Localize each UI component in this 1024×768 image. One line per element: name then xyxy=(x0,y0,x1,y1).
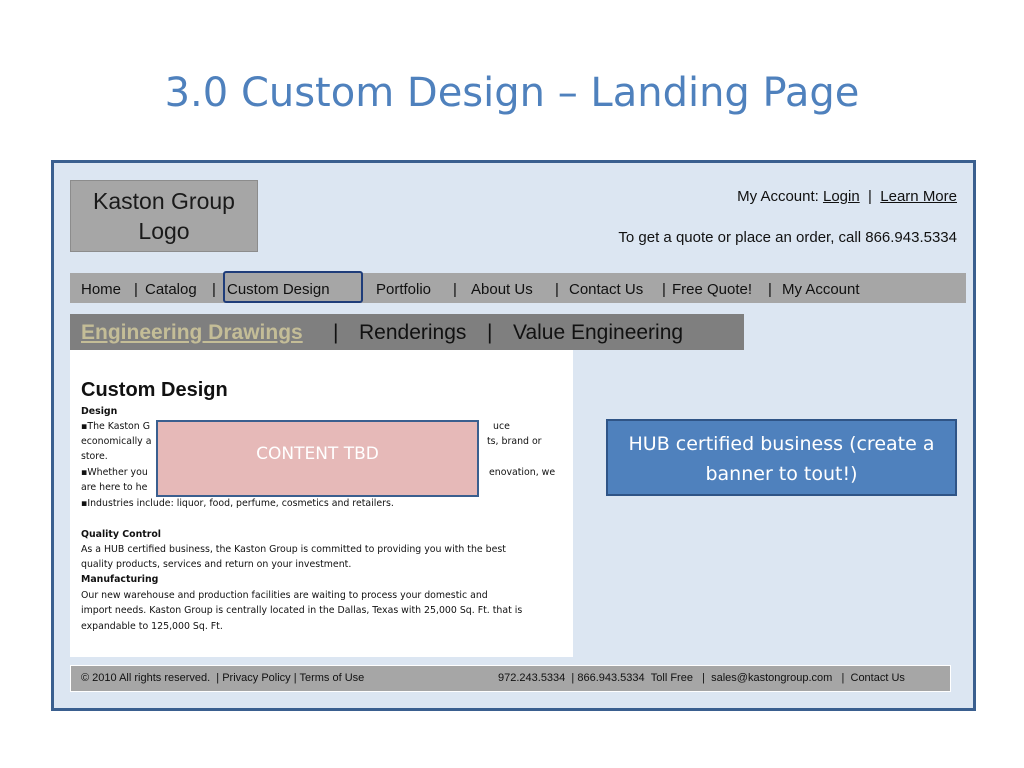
bullet1-line2-end: ts, brand or xyxy=(487,436,542,447)
hub-certified-banner[interactable]: HUB certified business (create a banner … xyxy=(606,419,957,496)
company-logo[interactable]: Kaston Group Logo xyxy=(70,180,258,252)
learn-more-link[interactable]: Learn More xyxy=(880,188,957,205)
footer-separator: | xyxy=(571,672,575,684)
footer-separator: | xyxy=(216,672,220,684)
content-heading: Custom Design xyxy=(81,379,228,401)
bullet1-line2-start: economically a xyxy=(81,436,152,447)
logo-text: Kaston Group Logo xyxy=(93,186,235,246)
nav-custom-design[interactable]: Custom Design xyxy=(227,281,330,298)
quality-line-2: quality products, services and return on… xyxy=(81,559,352,570)
nav-about-us[interactable]: About Us xyxy=(471,281,533,298)
footer-email-link[interactable]: sales@kastongroup.com xyxy=(711,672,832,684)
nav-separator: | xyxy=(768,281,772,298)
nav-my-account[interactable]: My Account xyxy=(782,281,860,298)
footer-bar: © 2010 All rights reserved. | Privacy Po… xyxy=(70,665,951,692)
account-bar: My Account: Login | Learn More xyxy=(737,188,957,205)
footer-phone-2: 866.943.5334 xyxy=(577,672,645,684)
bullet1-end: uce xyxy=(493,421,510,432)
manufacturing-line-2: import needs. Kaston Group is centrally … xyxy=(81,605,523,616)
footer-right: 972.243.5334 | 866.943.5334 Toll Free | … xyxy=(498,672,905,684)
footer-toll-free: Toll Free xyxy=(650,672,693,684)
nav-catalog[interactable]: Catalog xyxy=(145,281,197,298)
bullet1-start: ▪The Kaston G xyxy=(81,421,150,432)
nav-contact-us[interactable]: Contact Us xyxy=(569,281,643,298)
quote-phone-text: To get a quote or place an order, call 8… xyxy=(618,229,957,246)
subnav-value-engineering[interactable]: Value Engineering xyxy=(513,321,683,345)
footer-contact-link[interactable]: Contact Us xyxy=(851,672,905,684)
account-separator: | xyxy=(868,188,872,205)
content-tbd-placeholder: CONTENT TBD xyxy=(156,420,479,497)
footer-copyright: © 2010 All rights reserved. xyxy=(81,672,211,684)
footer-separator: | xyxy=(702,672,705,684)
slide-title: 3.0 Custom Design – Landing Page xyxy=(164,70,860,116)
main-nav-bar: Home | Catalog | Custom Design Portfolio… xyxy=(70,271,966,303)
nav-separator: | xyxy=(134,281,138,298)
bullet2-start: ▪Whether you xyxy=(81,467,148,478)
login-link[interactable]: Login xyxy=(823,188,860,205)
logo-line-1: Kaston Group xyxy=(93,188,235,214)
nav-portfolio[interactable]: Portfolio xyxy=(376,281,431,298)
footer-left: © 2010 All rights reserved. | Privacy Po… xyxy=(81,672,364,684)
nav-separator: | xyxy=(555,281,559,298)
nav-separator: | xyxy=(453,281,457,298)
sub-nav-bar: Engineering Drawings | Renderings | Valu… xyxy=(70,314,744,350)
quality-line-1: As a HUB certified business, the Kaston … xyxy=(81,544,506,555)
footer-privacy-link[interactable]: Privacy Policy xyxy=(222,672,290,684)
subnav-renderings[interactable]: Renderings xyxy=(359,321,466,345)
bullet2-end: enovation, we xyxy=(489,467,556,478)
quality-label: Quality Control xyxy=(81,529,162,540)
manufacturing-line-3: expandable to 125,000 Sq. Ft. xyxy=(81,621,223,632)
footer-separator: | xyxy=(293,672,297,684)
subnav-separator: | xyxy=(487,321,493,344)
footer-phone-1: 972.243.5334 xyxy=(498,672,566,684)
nav-separator: | xyxy=(212,281,216,298)
nav-separator: | xyxy=(662,281,666,298)
subnav-engineering-drawings[interactable]: Engineering Drawings xyxy=(81,321,303,345)
nav-free-quote[interactable]: Free Quote! xyxy=(672,281,752,298)
manufacturing-label: Manufacturing xyxy=(81,574,159,585)
nav-home[interactable]: Home xyxy=(81,281,121,298)
footer-terms-link[interactable]: Terms of Use xyxy=(299,672,364,684)
design-label: Design xyxy=(81,406,118,417)
logo-line-2: Logo xyxy=(138,218,190,244)
page-mockup-frame: Kaston Group Logo My Account: Login | Le… xyxy=(51,160,976,711)
manufacturing-line-1: Our new warehouse and production facilit… xyxy=(81,590,488,601)
content-panel: Custom Design Design ▪The Kaston G uce ec… xyxy=(70,350,573,657)
subnav-separator: | xyxy=(333,321,339,344)
design-bullet-3: ▪Industries include: liquor, food, perfu… xyxy=(81,498,394,509)
account-label: My Account: xyxy=(737,188,819,205)
footer-separator: | xyxy=(841,672,845,684)
